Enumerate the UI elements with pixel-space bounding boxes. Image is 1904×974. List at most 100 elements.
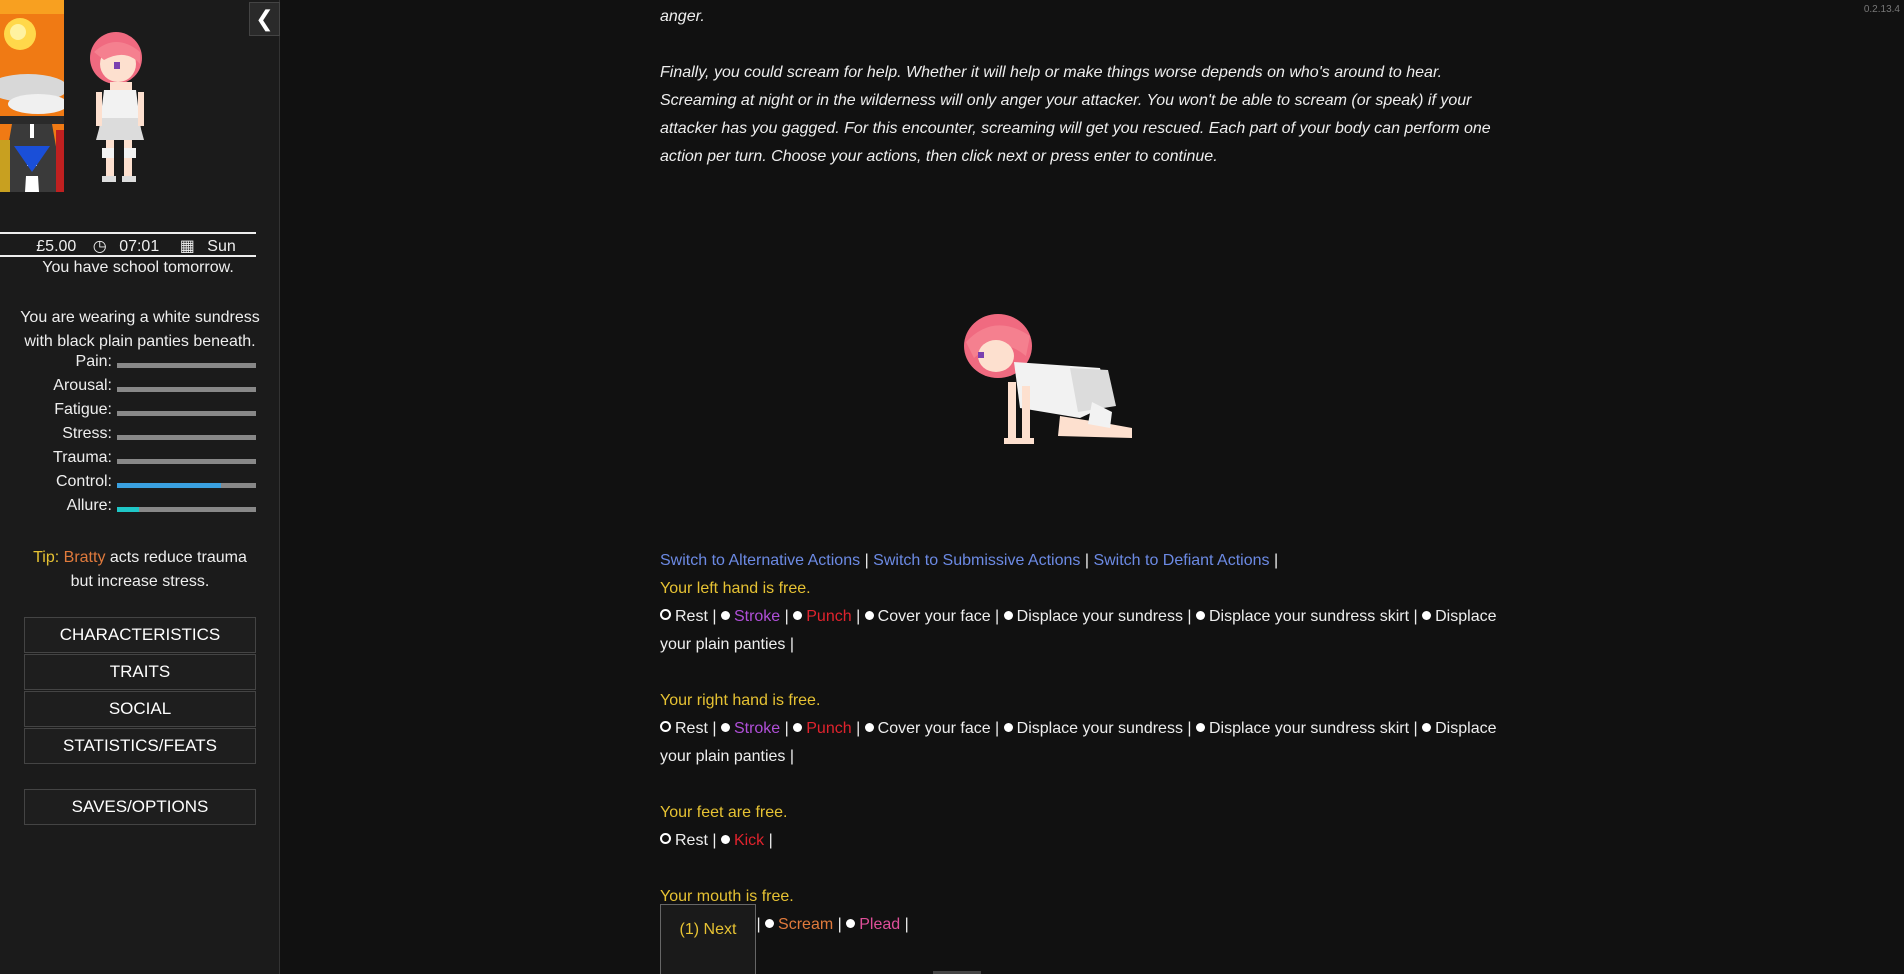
stat-fill bbox=[117, 483, 222, 488]
stat-label: Allure: bbox=[66, 497, 112, 514]
option-label: Displace your sundress bbox=[1016, 608, 1183, 625]
stat-label: Control: bbox=[55, 473, 112, 490]
right-displace-sundress-option[interactable]: Displace your sundress bbox=[1003, 720, 1183, 737]
clock-icon: ◷ bbox=[92, 238, 107, 255]
option-label[interactable]: your plain panties bbox=[660, 636, 785, 653]
calendar-icon: ▦ bbox=[179, 238, 195, 255]
version-label: 0.2.13.4 bbox=[1863, 4, 1900, 15]
radio-icon[interactable] bbox=[846, 919, 856, 928]
stat-bar bbox=[117, 483, 256, 488]
day-value: Sun bbox=[207, 238, 236, 255]
feet-rest-option[interactable]: Rest bbox=[660, 832, 708, 849]
stat-bar bbox=[117, 507, 256, 512]
next-button[interactable]: (1) Next bbox=[660, 904, 756, 974]
mouth-plead-option[interactable]: Plead bbox=[846, 916, 900, 933]
traits-button[interactable]: TRAITS bbox=[24, 654, 256, 690]
stat-pain: Pain: bbox=[0, 353, 276, 377]
left-hand-options: Rest | Stroke | Punch | Cover your face … bbox=[660, 603, 1520, 631]
radio-icon[interactable] bbox=[720, 611, 730, 620]
switch-submissive-link[interactable]: Switch to Submissive Actions bbox=[873, 552, 1080, 569]
radio-icon[interactable] bbox=[1003, 611, 1013, 620]
radio-checked-icon[interactable] bbox=[660, 609, 671, 620]
radio-icon[interactable] bbox=[1422, 723, 1432, 732]
left-rest-option[interactable]: Rest bbox=[660, 608, 708, 625]
radio-checked-icon[interactable] bbox=[660, 721, 671, 732]
statistics-feats-button[interactable]: STATISTICS/FEATS bbox=[24, 728, 256, 764]
money-value: £5.00 bbox=[36, 238, 77, 255]
radio-icon[interactable] bbox=[1422, 611, 1432, 620]
stat-allure: Allure: bbox=[0, 497, 276, 521]
option-label: Scream bbox=[778, 916, 834, 933]
mouth-scream-option[interactable]: Scream bbox=[765, 916, 833, 933]
collapse-sidebar-button[interactable]: ❮ bbox=[249, 2, 280, 36]
narrative-top: anger. bbox=[660, 8, 705, 25]
radio-icon[interactable] bbox=[793, 723, 803, 732]
option-label: Displace your sundress skirt bbox=[1209, 608, 1410, 625]
right-rest-option[interactable]: Rest bbox=[660, 720, 708, 737]
radio-icon[interactable] bbox=[1196, 723, 1205, 732]
radio-icon[interactable] bbox=[864, 611, 874, 620]
option-label: Displace your sundress bbox=[1016, 720, 1183, 737]
right-displace-panties-option[interactable]: Displace bbox=[1422, 720, 1496, 737]
radio-checked-icon[interactable] bbox=[660, 833, 671, 844]
stat-control: Control: bbox=[0, 473, 276, 497]
social-button[interactable]: SOCIAL bbox=[24, 691, 256, 727]
feet-kick-option[interactable]: Kick bbox=[720, 832, 765, 849]
option-label: Stroke bbox=[733, 720, 781, 737]
option-label[interactable]: your plain panties bbox=[660, 748, 785, 765]
separator: | bbox=[1084, 552, 1089, 569]
characteristics-button[interactable]: CHARACTERISTICS bbox=[24, 617, 256, 653]
feet-heading: Your feet are free. bbox=[660, 804, 788, 821]
right-stroke-option[interactable]: Stroke bbox=[720, 720, 781, 737]
mouth-options: ss | Scream | Plead | bbox=[660, 911, 1520, 939]
option-label: Cover your face bbox=[877, 720, 991, 737]
school-note: You have school tomorrow. bbox=[42, 259, 234, 276]
separator: | bbox=[1273, 552, 1279, 569]
right-cover-face-option[interactable]: Cover your face bbox=[864, 720, 991, 737]
radio-icon[interactable] bbox=[864, 723, 874, 732]
option-label: Rest bbox=[675, 720, 708, 737]
stat-label: Fatigue: bbox=[54, 401, 112, 418]
radio-icon[interactable] bbox=[793, 611, 803, 620]
stat-bar bbox=[117, 363, 256, 368]
radio-icon[interactable] bbox=[720, 723, 730, 732]
stat-trauma: Trauma: bbox=[0, 449, 276, 473]
stat-bar bbox=[117, 435, 256, 440]
saves-options-button[interactable]: SAVES/OPTIONS bbox=[24, 789, 256, 825]
left-hand-options-cont: your plain panties | bbox=[660, 636, 795, 653]
encounter-sprite bbox=[960, 312, 1140, 447]
radio-icon[interactable] bbox=[765, 919, 775, 928]
feet-options: Rest | Kick | bbox=[660, 827, 1520, 855]
left-stroke-option[interactable]: Stroke bbox=[720, 608, 780, 625]
option-label: Rest bbox=[675, 608, 708, 625]
stat-label: Trauma: bbox=[53, 449, 112, 466]
sidebar: ❮ £5.00 ◷ 07:01 ▦ Sun You have school to… bbox=[0, 0, 280, 974]
left-cover-face-option[interactable]: Cover your face bbox=[864, 608, 991, 625]
stat-bar bbox=[117, 411, 256, 416]
left-displace-panties-option[interactable]: Displace bbox=[1422, 608, 1496, 625]
status-line: £5.00 ◷ 07:01 ▦ Sun bbox=[0, 236, 276, 256]
stat-bar bbox=[117, 459, 256, 464]
mouth-heading: Your mouth is free. bbox=[660, 888, 794, 905]
clothing-description: You are wearing a white sundress with bl… bbox=[20, 309, 260, 350]
option-label: Kick bbox=[733, 832, 765, 849]
radio-icon[interactable] bbox=[720, 835, 730, 844]
tip-prefix: Tip: bbox=[33, 549, 60, 566]
stat-fill bbox=[117, 507, 140, 512]
radio-icon[interactable] bbox=[1196, 611, 1205, 620]
right-displace-skirt-option[interactable]: Displace your sundress skirt bbox=[1196, 720, 1409, 737]
switch-defiant-link[interactable]: Switch to Defiant Actions bbox=[1093, 552, 1269, 569]
tip-keyword: Bratty bbox=[63, 549, 106, 566]
radio-icon[interactable] bbox=[1003, 723, 1013, 732]
switch-alternative-link[interactable]: Switch to Alternative Actions bbox=[660, 552, 860, 569]
left-displace-skirt-option[interactable]: Displace your sundress skirt bbox=[1196, 608, 1409, 625]
option-label: Punch bbox=[806, 608, 852, 625]
stat-label: Pain: bbox=[75, 353, 112, 370]
left-displace-sundress-option[interactable]: Displace your sundress bbox=[1003, 608, 1183, 625]
left-punch-option[interactable]: Punch bbox=[793, 608, 852, 625]
location-scene-image bbox=[0, 0, 64, 192]
option-label: Rest bbox=[675, 832, 708, 849]
right-punch-option[interactable]: Punch bbox=[793, 720, 852, 737]
option-label: Displace bbox=[1435, 720, 1497, 737]
tip-text: Tip: Bratty acts reduce trauma but incre… bbox=[20, 546, 260, 594]
